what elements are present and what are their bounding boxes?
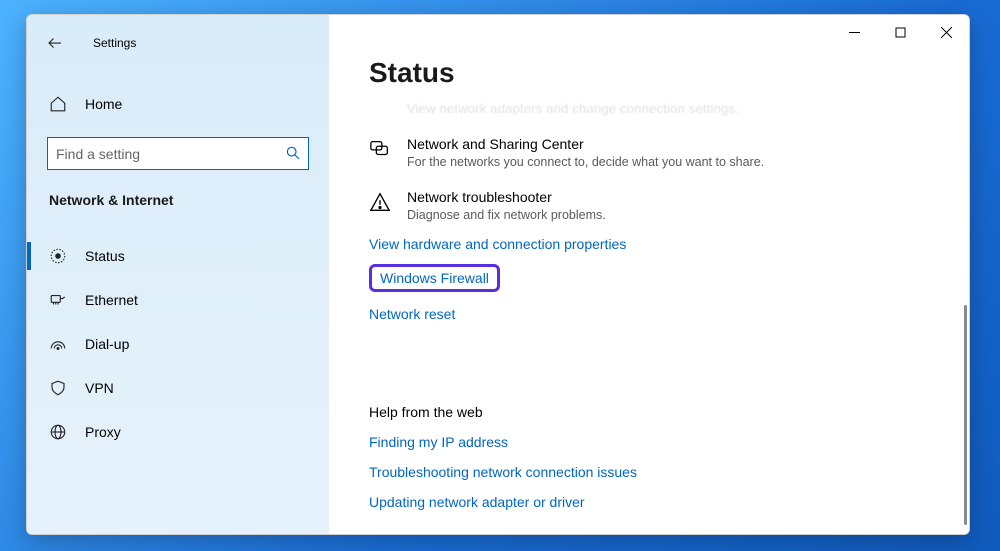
titlebar-controls (831, 15, 969, 49)
close-button[interactable] (923, 15, 969, 49)
main-content: Status View network adapters and change … (329, 15, 969, 534)
search-icon (285, 145, 301, 161)
ethernet-icon (49, 291, 67, 309)
search-input[interactable] (47, 137, 309, 170)
back-button[interactable] (43, 31, 67, 55)
warning-triangle-icon (369, 191, 391, 213)
option-network-sharing[interactable]: Network and Sharing Center For the netwo… (369, 136, 969, 169)
status-icon (49, 247, 67, 265)
sidebar-item-ethernet[interactable]: Ethernet (27, 278, 329, 322)
sidebar: Settings Home Networ (27, 15, 329, 534)
sidebar-item-label: Dial-up (85, 336, 129, 352)
back-arrow-icon (46, 34, 64, 52)
dialup-icon (49, 335, 67, 353)
highlight-windows-firewall: Windows Firewall (369, 264, 500, 292)
link-help-troubleshoot[interactable]: Troubleshooting network connection issue… (369, 464, 969, 480)
home-icon (49, 95, 67, 113)
close-icon (941, 27, 952, 38)
option-title: Network and Sharing Center (407, 136, 764, 152)
minimize-button[interactable] (831, 15, 877, 49)
maximize-icon (895, 27, 906, 38)
option-troubleshooter[interactable]: Network troubleshooter Diagnose and fix … (369, 189, 969, 222)
option-title: Network troubleshooter (407, 189, 606, 205)
sidebar-item-status[interactable]: Status (27, 234, 329, 278)
home-label: Home (85, 96, 122, 112)
sidebar-item-label: Ethernet (85, 292, 138, 308)
scrollbar[interactable] (964, 305, 967, 525)
link-help-ip[interactable]: Finding my IP address (369, 434, 969, 450)
settings-window: Settings Home Networ (26, 14, 970, 535)
vpn-icon (49, 379, 67, 397)
link-view-hardware[interactable]: View hardware and connection properties (369, 236, 969, 252)
link-windows-firewall[interactable]: Windows Firewall (380, 270, 489, 286)
proxy-icon (49, 423, 67, 441)
sidebar-home[interactable]: Home (27, 85, 329, 123)
minimize-icon (849, 27, 860, 38)
page-title: Status (369, 57, 969, 89)
option-subtitle: Diagnose and fix network problems. (407, 208, 606, 222)
truncated-text: View network adapters and change connect… (369, 101, 969, 116)
sidebar-item-label: Status (85, 248, 125, 264)
network-sharing-icon (369, 138, 391, 160)
sidebar-section-header: Network & Internet (49, 192, 329, 208)
sidebar-item-dialup[interactable]: Dial-up (27, 322, 329, 366)
link-network-reset[interactable]: Network reset (369, 306, 969, 322)
maximize-button[interactable] (877, 15, 923, 49)
sidebar-item-proxy[interactable]: Proxy (27, 410, 329, 454)
sidebar-item-label: Proxy (85, 424, 121, 440)
option-subtitle: For the networks you connect to, decide … (407, 155, 764, 169)
sidebar-item-vpn[interactable]: VPN (27, 366, 329, 410)
link-help-update-adapter[interactable]: Updating network adapter or driver (369, 494, 969, 510)
sidebar-item-label: VPN (85, 380, 114, 396)
app-title: Settings (93, 36, 136, 50)
help-header: Help from the web (369, 404, 969, 420)
